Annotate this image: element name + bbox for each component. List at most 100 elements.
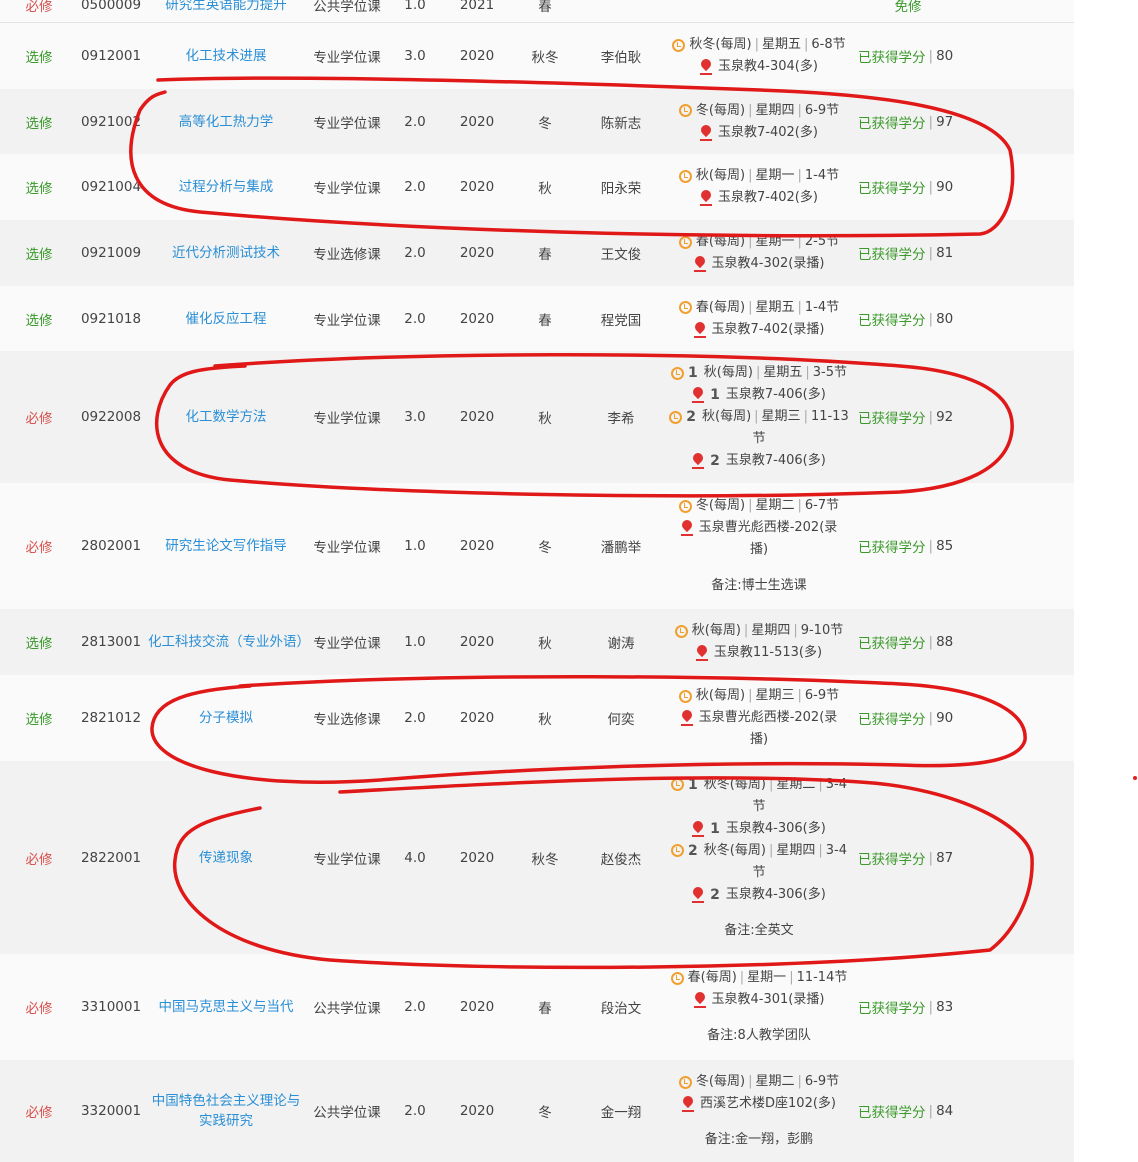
session-number: 2 [686,409,696,425]
course-year: 2020 [459,710,495,726]
course-term: 冬 [538,1105,552,1121]
clock-icon [671,778,685,791]
schedule-room: 玉泉曹光彪西楼-202(录 [698,710,838,725]
course-teacher: 何奕 [607,712,635,728]
score: 88 [936,634,954,650]
course-name-link[interactable]: 高等化工热力学 [177,112,276,132]
course-name-link[interactable]: 化工数学方法 [184,407,269,427]
location-pin-icon [700,190,713,206]
course-year: 2020 [459,113,495,130]
clock-icon [678,301,692,314]
table-row: 必修 0922008 化工数学方法 专业学位课 3.0 2020 秋 李希 1秋… [0,351,1074,484]
schedule-room: 玉泉教7-402(多) [718,124,818,140]
course-type: 选修 [25,312,53,329]
score: 90 [936,710,954,726]
course-name-link[interactable]: 研究生论文写作指导 [163,536,289,556]
course-teacher: 阳永荣 [600,181,642,197]
course-credit: 2.0 [404,710,426,726]
schedule-time: 秋(每周) [691,623,741,638]
course-name-link[interactable]: 近代分析测试技术 [170,243,282,263]
schedule-period: 2-5节 [804,234,840,249]
course-credit: 2.0 [404,245,426,261]
table-row: 选修 0921002 高等化工热力学 专业学位课 2.0 2020 冬 陈新志 … [0,89,1074,155]
schedule-time: 春(每周) [695,234,746,249]
location-pin-icon [693,322,706,338]
course-name-link[interactable]: 化工科技交流（专业外语） [146,632,310,652]
course-credit: 2.0 [404,179,426,195]
course-year: 2020 [459,1103,495,1119]
schedule-note: 备注:博士生选课 [711,578,807,593]
course-name-link[interactable]: 过程分析与集成 [177,177,276,197]
schedule-period: 3-4 [825,842,847,858]
clock-icon [678,169,692,183]
location-pin-icon [692,821,705,837]
course-schedule: 秋冬(每周) | 星期五 | 6-8节 玉泉教4-304(多) [664,23,854,89]
course-name-link[interactable]: 化工技术进展 [184,46,269,66]
course-code: 2822001 [80,849,142,866]
course-category: 专业学位课 [313,181,381,197]
course-term: 春 [538,0,552,15]
clock-icon [671,366,685,380]
schedule-room: 西溪艺术楼D座102(多) [700,1096,836,1111]
course-term: 秋 [538,636,552,652]
credit-status: 已获得学分 [858,636,926,652]
score: 83 [936,999,954,1015]
schedule-time: 秋(每周) [695,688,746,703]
session-number: 1 [710,387,720,403]
schedule-period: 1-4节 [804,168,840,183]
course-type: 选修 [25,50,53,66]
location-pin-icon [693,992,706,1008]
score: 90 [936,179,954,195]
course-type: 选修 [25,181,53,197]
schedule-time: 春(每周) [695,299,746,315]
schedule-note: 备注:金一翔，彭鹏 [704,1132,814,1147]
schedule-period-suffix: 节 [752,798,766,814]
course-credit: 1.0 [404,538,426,554]
course-category: 专业学位课 [313,115,381,132]
course-name-link[interactable]: 传递现象 [197,848,255,868]
course-name-link[interactable]: 中国马克思主义与当代 [157,997,296,1017]
session-number: 2 [710,886,720,903]
schedule-period: 6-9节 [804,102,840,118]
table-row: 选修 0912001 化工技术进展 专业学位课 3.0 2020 秋冬 李伯耿 … [0,23,1074,90]
schedule-period: 1-4节 [804,299,840,315]
course-term: 冬 [538,540,552,556]
score: 84 [936,1103,954,1119]
session-number: 2 [710,453,720,469]
course-teacher: 潘鹏举 [600,540,642,556]
clock-icon [674,624,688,638]
course-term: 春 [538,312,552,329]
location-pin-icon [680,710,693,726]
table-row: 必修 2802001 研究生论文写作指导 专业学位课 1.0 2020 冬 潘鹏… [0,483,1074,610]
course-name-link[interactable]: 中国特色社会主义理论与实践研究 [146,1091,306,1131]
course-schedule: 冬(每周) | 星期四 | 6-9节 玉泉教7-402(多) [664,89,854,154]
course-code: 0922008 [80,409,142,425]
course-category: 专业学位课 [313,312,381,329]
schedule-day: 星期二 [776,776,816,792]
course-year: 2020 [459,849,495,866]
course-term: 秋 [538,181,552,197]
schedule-room-suffix: 播) [749,542,769,557]
course-name-link[interactable]: 催化反应工程 [184,309,269,329]
schedule-room: 玉泉教7-402(录播) [711,321,825,337]
course-category: 专业学位课 [313,851,381,868]
schedule-note: 备注:全英文 [724,922,794,938]
course-year: 2020 [459,245,495,261]
course-schedule: 冬(每周) | 星期二 | 6-9节 西溪艺术楼D座102(多) 备注:金一翔，彭鹏 [664,1060,854,1162]
schedule-period: 6-8节 [811,37,846,52]
course-name-link[interactable]: 分子模拟 [197,708,255,728]
course-schedule: 秋(每周) | 星期四 | 9-10节 玉泉教11-513(多) [664,609,854,675]
schedule-period: 11-13 [810,409,849,424]
course-schedule: 冬(每周) | 星期二 | 6-7节 玉泉曹光彪西楼-202(录 播) 备注:博士生选课 [664,483,854,609]
schedule-day: 星期一 [747,970,787,985]
schedule-room: 玉泉教4-301(录播) [711,992,825,1007]
course-code: 0921018 [80,310,142,327]
course-name-link[interactable]: 研究生英语能力提升 [163,0,289,15]
schedule-time: 冬(每周) [695,1074,746,1089]
course-schedule: 1 秋(每周) | 星期五 | 3-5节 1 玉泉教7-406(多) 2 秋(每周) | 星期三 |… [664,351,854,483]
schedule-time: 秋冬(每周) [703,842,766,858]
course-category: 公共学位课 [313,1001,381,1017]
course-term: 冬 [538,115,552,132]
course-credit: 2.0 [404,999,426,1015]
course-type: 必修 [25,851,53,868]
